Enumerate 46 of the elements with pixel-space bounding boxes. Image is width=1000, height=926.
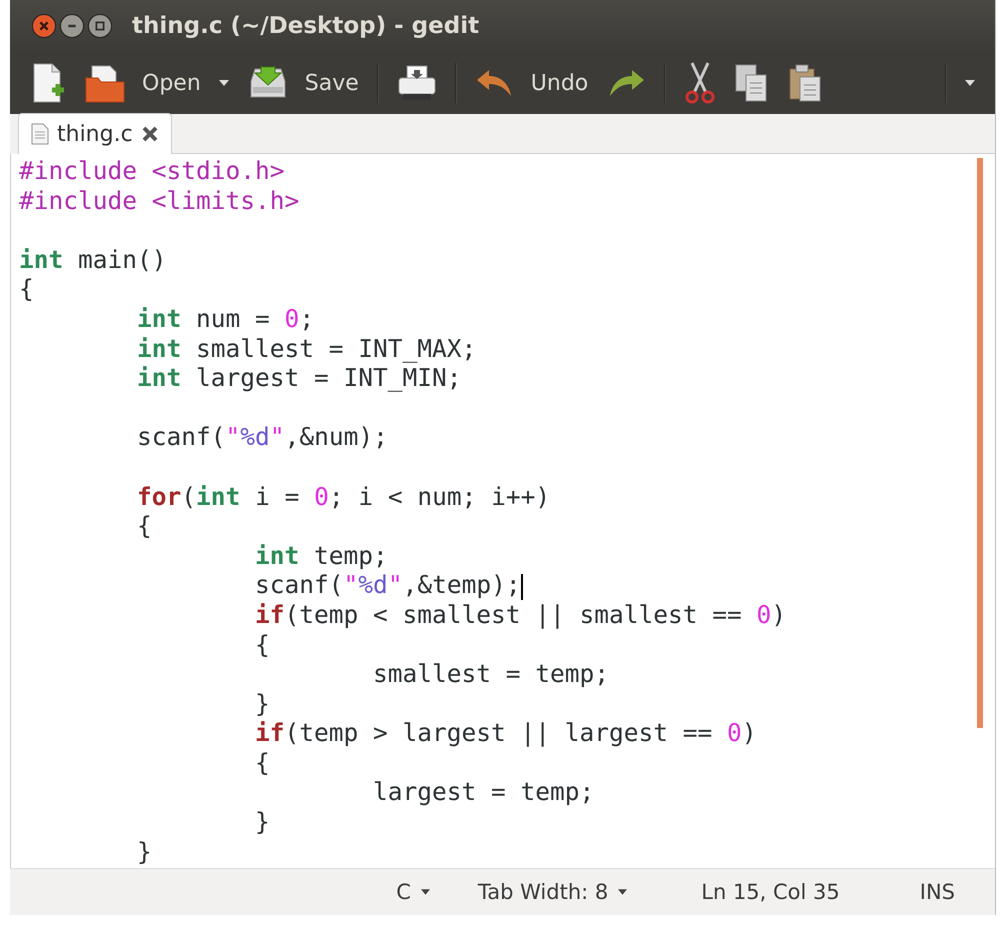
code-line: if(temp < smallest || smallest == 0) xyxy=(254,600,788,630)
code-line: smallest = temp; xyxy=(372,659,610,689)
close-icon xyxy=(38,20,50,32)
caret-icon xyxy=(965,80,975,86)
code-line: { xyxy=(254,748,271,778)
code-line: #include <stdio.h> xyxy=(19,156,286,186)
code-line: if(temp > largest || largest == 0) xyxy=(254,718,758,748)
code-line: scanf("%d",&temp); xyxy=(254,570,524,600)
maximize-icon xyxy=(94,20,106,32)
code-line: largest = temp; xyxy=(372,777,596,808)
language-selector[interactable]: C xyxy=(392,878,434,906)
scissors-icon xyxy=(684,61,716,105)
code-line: } xyxy=(254,807,271,837)
insert-mode: INS xyxy=(920,880,955,904)
code-line: { xyxy=(254,630,271,660)
code-editor[interactable] xyxy=(10,154,995,868)
code-line: scanf("%d",&num); xyxy=(136,422,389,452)
close-icon xyxy=(140,125,159,143)
minimize-button[interactable] xyxy=(60,14,84,38)
code-line: int num = 0; xyxy=(136,304,316,334)
maximize-button[interactable] xyxy=(88,14,112,38)
close-button[interactable] xyxy=(32,14,56,38)
tab-label: thing.c xyxy=(57,122,133,146)
code-line: int temp; xyxy=(254,540,389,570)
caret-icon xyxy=(420,889,430,895)
code-line: #include <limits.h> xyxy=(19,186,300,216)
save-button[interactable]: Save xyxy=(240,59,365,107)
window-title: thing.c (~/Desktop) - gedit xyxy=(132,13,480,39)
code-line: int smallest = INT_MAX; xyxy=(136,334,478,364)
cursor-position: Ln 15, Col 35 xyxy=(701,880,840,904)
caret-icon xyxy=(618,889,628,895)
document-tab[interactable]: thing.c xyxy=(18,113,172,154)
code-line: int main() xyxy=(19,244,168,274)
code-line: { xyxy=(136,511,153,541)
close-tab-button[interactable] xyxy=(140,125,159,143)
code-line: for(int i = 0; i < num; i++) xyxy=(136,482,552,512)
printer-icon xyxy=(396,64,437,102)
code-line: { xyxy=(19,274,35,304)
text-file-icon xyxy=(31,123,49,145)
caret-icon xyxy=(218,80,229,86)
code-line: } xyxy=(254,688,271,718)
code-line: } xyxy=(136,836,153,866)
undo-button[interactable]: Undo xyxy=(468,64,594,102)
tab-width-selector[interactable]: Tab Width: 8 xyxy=(474,878,632,906)
open-button[interactable]: Open xyxy=(78,58,207,108)
code-line: int largest = INT_MIN; xyxy=(136,363,463,393)
